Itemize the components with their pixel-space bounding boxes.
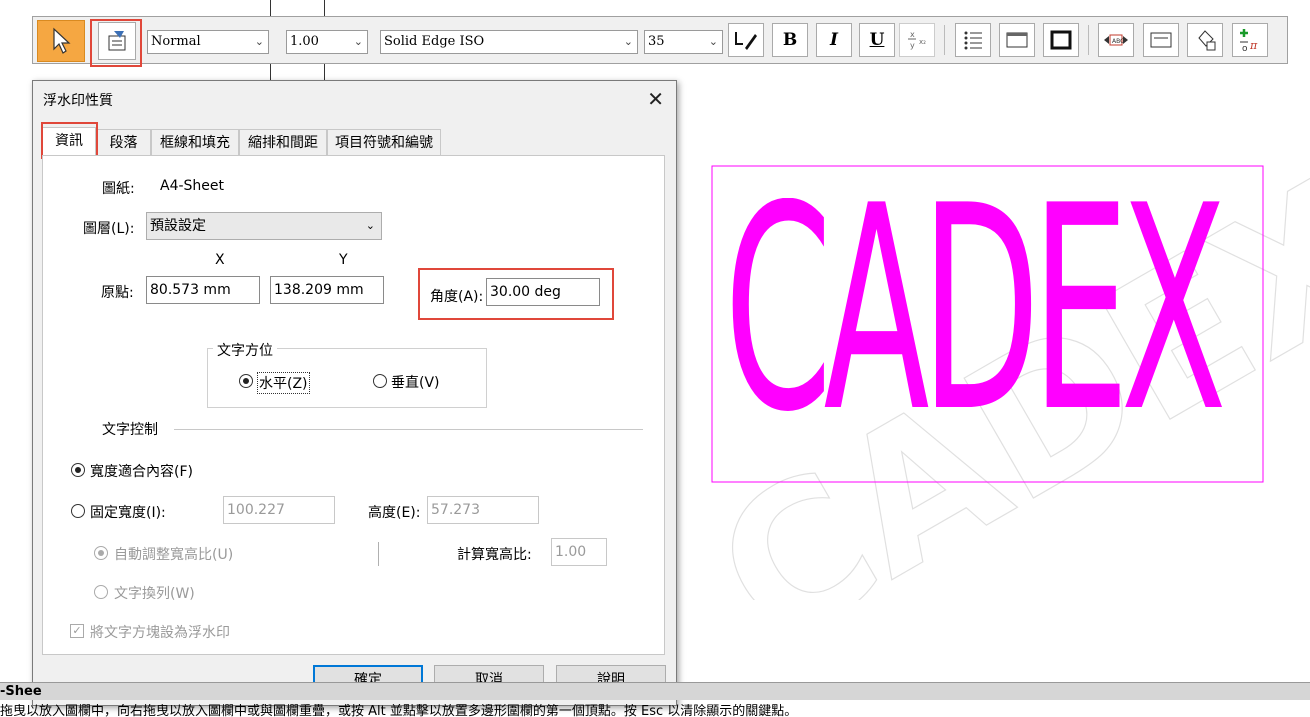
origin-x-input[interactable]: 80.573 mm — [146, 276, 260, 304]
watermark-properties-dialog: 浮水印性質 ✕ 資訊 段落 框線和填充 縮排和間距 項目符號和編號 圖紙: A4… — [32, 80, 677, 706]
font-select[interactable]: Solid Edge ISO ⌄ — [380, 30, 638, 54]
watermark-text-container: CADEX — [712, 198, 1272, 438]
text-color-button[interactable] — [728, 23, 764, 57]
layer-select[interactable]: 預設設定 ⌄ — [146, 212, 382, 240]
underline-icon: U — [869, 30, 885, 50]
bullet-list-icon — [964, 31, 982, 50]
font-size-select[interactable]: 35 ⌄ — [644, 30, 723, 54]
orientation-group-label: 文字方位 — [213, 340, 277, 360]
toolbar-separator — [1088, 25, 1089, 55]
stacked-fraction-button[interactable]: x y x₂ — [899, 23, 935, 57]
sheet-tab[interactable]: -Shee — [0, 683, 42, 701]
style-select-value: Normal — [151, 34, 201, 49]
insert-symbol-button[interactable]: o π — [1232, 23, 1268, 57]
bold-icon: B — [782, 30, 798, 50]
layer-select-value: 預設設定 — [150, 218, 206, 234]
close-icon[interactable]: ✕ — [647, 87, 664, 111]
origin-label: 原點: — [101, 285, 134, 301]
text-color-icon — [735, 32, 757, 50]
chevron-down-icon: ⌄ — [365, 219, 375, 232]
horizontal-radio[interactable] — [239, 374, 253, 388]
svg-text:π: π — [1249, 39, 1258, 52]
svg-text:x: x — [910, 30, 915, 39]
fit-width-button[interactable]: ABC — [1098, 23, 1134, 57]
canvas-line — [270, 0, 271, 16]
tab-border-fill[interactable]: 框線和填充 — [151, 129, 239, 155]
chevron-down-icon: ⌄ — [708, 35, 718, 48]
underline-button[interactable]: U — [859, 23, 895, 57]
highlight-box — [418, 268, 614, 320]
text-control-label: 文字控制 — [102, 422, 158, 438]
stacked-fraction-icon: x y x₂ — [908, 30, 926, 50]
chevron-down-icon: ⌄ — [623, 35, 633, 48]
word-wrap-radio[interactable] — [94, 585, 108, 599]
x-header: X — [215, 252, 225, 268]
divider — [174, 429, 643, 430]
sheet-value: A4-Sheet — [160, 178, 225, 194]
select-arrow-icon — [53, 27, 71, 54]
fixed-width-label[interactable]: 固定寬度(I): — [90, 502, 166, 522]
canvas-line — [324, 0, 325, 16]
highlight-box — [41, 122, 98, 159]
border-button[interactable] — [1043, 23, 1079, 57]
italic-button[interactable]: I — [816, 23, 852, 57]
origin-y-input[interactable]: 138.209 mm — [270, 276, 384, 304]
dialog-title: 浮水印性質 — [43, 93, 113, 109]
calc-aspect-label: 計算寬高比: — [457, 547, 532, 563]
fit-width-radio[interactable] — [71, 463, 85, 477]
style-select[interactable]: Normal ⌄ — [147, 30, 269, 54]
vertical-radio[interactable] — [373, 374, 387, 388]
info-panel: 圖紙: A4-Sheet 圖層(L): 預設設定 ⌄ X Y 原點: 80.57… — [42, 155, 665, 655]
toolbar-separator — [944, 25, 945, 55]
watermark-text[interactable]: CADEX — [724, 198, 1227, 438]
svg-text:y: y — [910, 41, 915, 50]
chevron-down-icon: ⌄ — [353, 35, 363, 48]
font-size-select-value: 35 — [648, 34, 665, 49]
chevron-down-icon: ⌄ — [254, 35, 264, 48]
fill-button[interactable] — [1187, 23, 1223, 57]
text-formatting-toolbar: Normal ⌄ 1.00 ⌄ Solid Edge ISO ⌄ 35 ⌄ B I U … — [32, 16, 1288, 67]
width-input[interactable]: 100.227 — [223, 496, 335, 524]
svg-text:o: o — [1242, 44, 1248, 53]
fixed-width-radio[interactable] — [71, 504, 85, 518]
size-select[interactable]: 1.00 ⌄ — [286, 30, 368, 54]
horizontal-label[interactable]: 水平(Z) — [257, 372, 310, 394]
tab-paragraph[interactable]: 段落 — [96, 129, 151, 155]
auto-aspect-label[interactable]: 自動調整寬高比(U) — [114, 544, 233, 564]
sheet-tab-bar: -Shee — [0, 682, 1310, 700]
divider — [378, 542, 379, 566]
select-tool-button[interactable] — [37, 20, 85, 62]
text-box-button[interactable] — [999, 23, 1035, 57]
frame-button[interactable] — [1143, 23, 1179, 57]
italic-icon: I — [830, 30, 838, 50]
height-input[interactable]: 57.273 — [427, 496, 539, 524]
height-label: 高度(E): — [368, 505, 421, 521]
vertical-label[interactable]: 垂直(V) — [391, 372, 440, 392]
svg-text:ABC: ABC — [1112, 38, 1124, 45]
svg-text:x₂: x₂ — [919, 38, 926, 46]
tab-indent-spacing[interactable]: 縮排和間距 — [239, 129, 327, 155]
text-box-icon — [1006, 32, 1028, 48]
bullet-list-button[interactable] — [955, 23, 991, 57]
fill-icon — [1198, 30, 1216, 51]
highlight-box — [90, 19, 142, 67]
y-header: Y — [339, 252, 348, 268]
set-watermark-label[interactable]: 將文字方塊設為浮水印 — [90, 622, 230, 642]
sheet-label: 圖紙: — [102, 181, 135, 197]
status-message: 拖曳以放入圖欄中，向右拖曳以放入圖欄中或與圖欄重疊，或按 Alt 並點擊以放置多… — [0, 704, 798, 717]
frame-icon — [1150, 32, 1172, 48]
tab-bullets-numbering[interactable]: 項目符號和編號 — [327, 129, 441, 155]
auto-aspect-radio[interactable] — [94, 546, 108, 560]
font-select-value: Solid Edge ISO — [384, 34, 485, 49]
layer-label: 圖層(L): — [83, 221, 135, 237]
fit-width-label[interactable]: 寬度適合內容(F) — [90, 461, 193, 481]
size-select-value: 1.00 — [290, 34, 319, 49]
word-wrap-label[interactable]: 文字換列(W) — [114, 583, 195, 603]
border-icon — [1050, 30, 1072, 50]
insert-symbol-icon: o π — [1240, 29, 1258, 53]
aspect-input[interactable]: 1.00 — [551, 538, 607, 566]
bold-button[interactable]: B — [772, 23, 808, 57]
fit-width-icon: ABC — [1104, 34, 1128, 46]
set-watermark-checkbox[interactable]: ✓ — [70, 624, 84, 638]
